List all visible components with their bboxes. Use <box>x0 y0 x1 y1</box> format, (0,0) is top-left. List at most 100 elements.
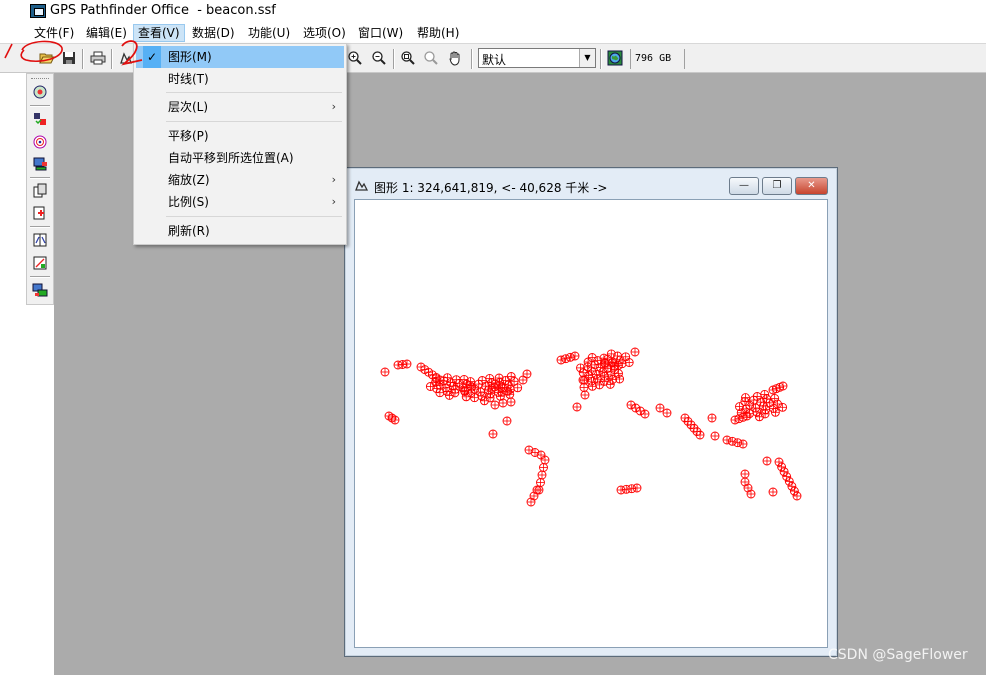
view-menu-item-pan[interactable]: 平移(P) <box>136 125 344 147</box>
beacon-point-marker <box>461 392 471 402</box>
open-folder-icon[interactable] <box>37 48 57 68</box>
menu-edit[interactable]: 编辑(E) <box>82 24 131 42</box>
toolbar-separator <box>30 105 50 107</box>
beacon-point-marker <box>435 388 445 398</box>
beacon-point-marker <box>587 353 597 362</box>
toolbar-separator <box>30 276 50 278</box>
view-menu-item-scale[interactable]: 比例(S) › <box>136 191 344 213</box>
beacon-point-marker <box>497 387 507 397</box>
beacon-point-marker <box>479 396 489 406</box>
beacon-point-marker <box>792 491 802 501</box>
beacon-point-marker <box>722 435 732 445</box>
beacon-points-plot[interactable] <box>355 200 827 647</box>
title-bar: GPS Pathfinder Office - beacon.ssf <box>0 0 986 22</box>
menu-separator <box>166 121 342 122</box>
view-menu-item-timeline[interactable]: 时线(T) <box>136 68 344 90</box>
beacon-point-marker <box>470 393 479 403</box>
print-icon[interactable] <box>88 48 108 68</box>
window-title: GPS Pathfinder Office - beacon.ssf <box>50 3 276 18</box>
beacon-point-marker <box>762 394 772 404</box>
toolbar-separator <box>471 49 473 69</box>
pan-hand-icon[interactable] <box>445 48 465 68</box>
menu-help[interactable]: 帮助(H) <box>413 24 463 42</box>
save-icon[interactable] <box>59 48 79 68</box>
document-edit-icon[interactable] <box>31 204 49 222</box>
beacon-point-marker <box>380 367 390 377</box>
restore-button[interactable]: ❐ <box>762 177 792 195</box>
view-menu-item-label: 平移(P) <box>168 129 209 143</box>
zoom-out-icon[interactable] <box>369 48 389 68</box>
view-menu-item-refresh[interactable]: 刷新(R) <box>136 220 344 242</box>
toolbar-separator <box>30 177 50 179</box>
menu-view[interactable]: 查看(V) <box>133 24 185 42</box>
zoom-previous-icon[interactable] <box>421 48 441 68</box>
toolbar-separator <box>600 49 602 69</box>
beacon-point-marker <box>778 402 788 412</box>
minimize-button[interactable]: — <box>729 177 759 195</box>
view-menu-item-label: 时线(T) <box>168 72 209 86</box>
beacon-point-marker <box>587 381 597 391</box>
beacon-point-marker <box>570 351 580 361</box>
beacon-point-marker <box>522 369 532 379</box>
beacon-point-marker <box>576 363 585 373</box>
close-button[interactable]: ✕ <box>795 177 828 195</box>
copy-document-icon[interactable] <box>31 182 49 200</box>
zoom-in-icon[interactable] <box>345 48 365 68</box>
toolbar-separator <box>393 49 395 69</box>
map-window[interactable]: 图形 1: 324,641,819, <- 40,628 千米 -> — ❐ ✕ <box>344 167 838 657</box>
beacon-point-marker <box>710 431 720 441</box>
beacon-point-marker <box>640 409 650 419</box>
menu-utilities[interactable]: 功能(U) <box>244 24 294 42</box>
network-icon[interactable] <box>31 281 49 299</box>
gps-icon[interactable] <box>31 83 49 101</box>
map-window-icon <box>354 178 370 196</box>
view-menu-item-autopan[interactable]: 自动平移到所选位置(A) <box>136 147 344 169</box>
chevron-down-icon[interactable]: ▼ <box>579 49 595 67</box>
menu-options[interactable]: 选项(O) <box>299 24 350 42</box>
zoom-extents-icon[interactable] <box>398 48 418 68</box>
map-canvas[interactable] <box>354 199 828 648</box>
view-menu-item-layers[interactable]: 层次(L) › <box>136 96 344 118</box>
beacon-point-marker <box>498 398 508 408</box>
view-menu-item-label: 层次(L) <box>168 100 209 114</box>
beacon-point-marker <box>770 407 780 417</box>
target-icon[interactable] <box>31 133 49 151</box>
beacon-point-marker <box>760 389 770 399</box>
beacon-point-marker <box>578 375 588 385</box>
beacon-point-marker <box>768 487 778 497</box>
toolbar-grip[interactable] <box>31 78 49 80</box>
beacon-point-marker <box>738 439 748 449</box>
import-icon[interactable] <box>31 254 49 272</box>
menu-window[interactable]: 窗口(W) <box>354 24 407 42</box>
beacon-point-marker <box>630 347 640 357</box>
menu-file[interactable]: 文件(F) <box>30 24 78 42</box>
beacon-point-marker <box>526 497 536 507</box>
beacon-point-marker <box>754 412 764 422</box>
beacon-point-marker <box>561 354 571 364</box>
map-window-title: 图形 1: 324,641,819, <- 40,628 千米 -> <box>374 181 608 195</box>
view-menu-item-graphics[interactable]: ✓ 图形(M) <box>136 46 344 68</box>
beacon-point-marker <box>572 402 582 412</box>
view-menu-item-zoom[interactable]: 缩放(Z) › <box>136 169 344 191</box>
beacon-point-marker <box>595 380 604 390</box>
beacon-point-marker <box>451 375 461 385</box>
beacon-point-marker <box>488 429 498 439</box>
data-transfer-icon[interactable] <box>31 110 49 128</box>
layer-select[interactable]: 默认 ▼ <box>478 48 596 68</box>
globe-icon[interactable] <box>605 48 625 68</box>
beacon-point-marker <box>536 478 545 487</box>
menu-separator <box>166 216 342 217</box>
export-icon[interactable] <box>31 231 49 249</box>
computer-icon[interactable] <box>31 155 49 173</box>
beacon-point-marker <box>762 456 772 466</box>
beacon-point-marker <box>518 375 528 385</box>
map-window-titlebar[interactable]: 图形 1: 324,641,819, <- 40,628 千米 -> — ❐ ✕ <box>345 168 837 198</box>
menu-separator <box>166 92 342 93</box>
beacon-point-marker <box>490 400 500 410</box>
view-menu-item-label: 图形(M) <box>168 50 212 64</box>
beacon-point-marker <box>655 403 665 413</box>
menu-data[interactable]: 数据(D) <box>188 24 239 42</box>
view-menu-item-label: 比例(S) <box>168 195 209 209</box>
view-menu-item-label: 自动平移到所选位置(A) <box>168 151 294 165</box>
beacon-point-marker <box>599 358 609 368</box>
